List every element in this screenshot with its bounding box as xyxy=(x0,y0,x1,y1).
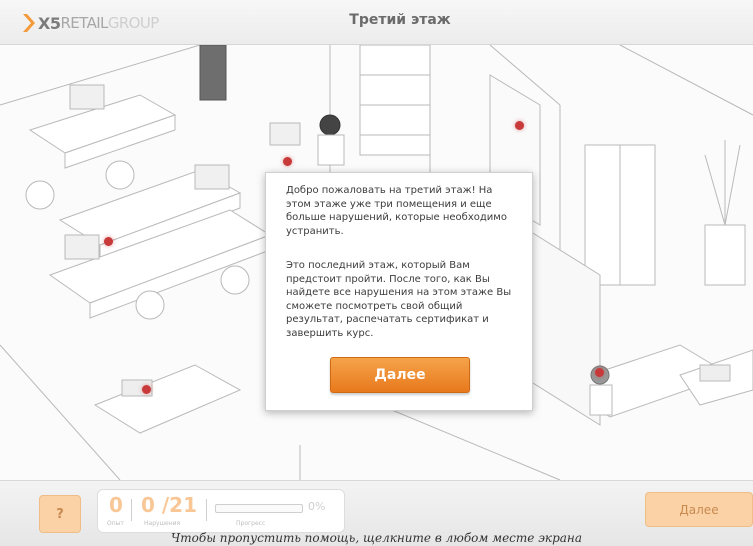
violation-marker[interactable] xyxy=(142,385,151,394)
footer-bar: ? 0 Опыт 0 /21 Нарушения Прогресс 0% Дал… xyxy=(0,480,753,546)
experience-label: Опыт xyxy=(107,520,124,527)
next-button[interactable]: Далее xyxy=(645,492,753,527)
header-bar: X5 RETAIL GROUP Третий этаж xyxy=(0,0,753,45)
progress-bar xyxy=(215,504,303,513)
stats-panel: 0 Опыт 0 /21 Нарушения Прогресс 0% xyxy=(97,489,345,533)
stats-divider xyxy=(131,499,132,521)
welcome-dialog: Добро пожаловать на третий этаж! На этом… xyxy=(265,172,533,411)
experience-value: 0 xyxy=(109,493,123,517)
violation-marker[interactable] xyxy=(283,157,292,166)
x5-retail-group-logo: X5 RETAIL GROUP xyxy=(22,13,159,33)
violation-marker[interactable] xyxy=(515,121,524,130)
violation-marker[interactable] xyxy=(595,368,604,377)
stats-divider xyxy=(206,499,207,521)
skip-help-hint: Чтобы пропустить помощь, щелкните в любо… xyxy=(171,531,582,545)
dialog-paragraph-instructions: Это последний этаж, который Вам предстои… xyxy=(286,260,512,339)
progress-percent: 0% xyxy=(308,500,326,513)
dialog-next-button[interactable]: Далее xyxy=(330,357,470,393)
violations-label: Нарушения xyxy=(144,520,181,527)
progress-label: Прогресс xyxy=(236,520,266,527)
page-title: Третий этаж xyxy=(349,12,451,28)
violation-marker[interactable] xyxy=(104,237,113,246)
chevron-logo-icon xyxy=(23,14,35,32)
violations-value: 0 /21 xyxy=(141,493,198,517)
dialog-paragraph-welcome: Добро пожаловать на третий этаж! На этом… xyxy=(286,185,507,237)
help-button[interactable]: ? xyxy=(39,495,81,533)
